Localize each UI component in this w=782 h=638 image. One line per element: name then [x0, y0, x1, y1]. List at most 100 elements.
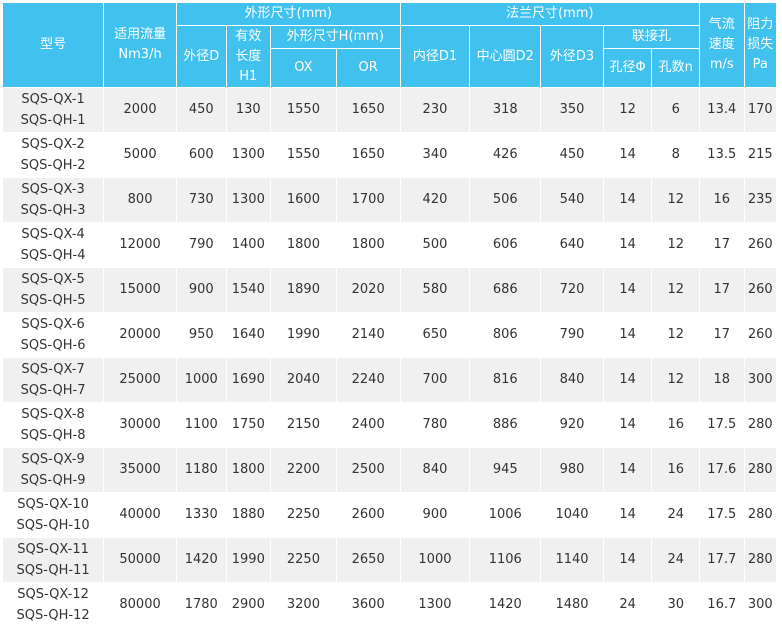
spec-table: 型号 适用流量 Nm3/h 外形尺寸(mm) 法兰尺寸(mm) 气流 速度 m/s 阻…	[1, 2, 778, 628]
model-name: SQS-QX-5	[21, 272, 85, 287]
model-name: SQS-QX-11	[17, 542, 89, 557]
header-inner-d1: 内径D1	[399, 25, 471, 88]
cell-d1: 500	[399, 222, 471, 268]
cell-or: 2500	[335, 447, 401, 493]
cell-flow: 30000	[103, 402, 177, 448]
cell-ox: 2150	[270, 402, 337, 448]
table-body: SQS-QX-1 SQS-QH-1 2000 450 130 1550 1650 230 318…	[1, 87, 778, 628]
cell-pa: 170	[743, 87, 778, 133]
cell-d2: 686	[469, 267, 542, 313]
cell-flow: 800	[103, 177, 177, 223]
cell-model: SQS-QX-5 SQS-QH-5	[1, 267, 105, 313]
model-name: SQS-QH-8	[20, 428, 86, 443]
cell-d2: 886	[469, 402, 542, 448]
cell-d1: 230	[399, 87, 471, 133]
cell-h1: 2900	[225, 582, 272, 628]
cell-h1: 1990	[225, 537, 272, 583]
model-name: SQS-QH-12	[16, 608, 90, 623]
cell-pa: 300	[743, 357, 778, 403]
cell-d: 600	[175, 132, 227, 178]
cell-flow: 50000	[103, 537, 177, 583]
cell-n: 24	[651, 492, 701, 538]
model-name: SQS-QX-12	[17, 587, 89, 602]
model-name: SQS-QH-1	[20, 113, 86, 128]
cell-d2: 318	[469, 87, 542, 133]
cell-d1: 1000	[399, 537, 471, 583]
cell-or: 2650	[335, 537, 401, 583]
table-row: SQS-QX-3 SQS-QH-3 800 730 1300 1600 1700 420 506…	[1, 177, 778, 223]
cell-d3: 790	[540, 312, 604, 358]
header-bolt-holes: 联接孔	[602, 25, 701, 49]
cell-or: 1650	[335, 132, 401, 178]
cell-ox: 1550	[270, 132, 337, 178]
cell-ox: 3200	[270, 582, 337, 628]
cell-ox: 1800	[270, 222, 337, 268]
cell-flow: 40000	[103, 492, 177, 538]
cell-ox: 1890	[270, 267, 337, 313]
cell-v: 13.4	[699, 87, 745, 133]
cell-or: 1700	[335, 177, 401, 223]
model-name: SQS-QH-6	[20, 338, 86, 353]
header-model: 型号	[1, 2, 105, 88]
cell-model: SQS-QX-1 SQS-QH-1	[1, 87, 105, 133]
cell-or: 2140	[335, 312, 401, 358]
cell-pa: 280	[743, 492, 778, 538]
cell-n: 12	[651, 312, 701, 358]
cell-v: 13.5	[699, 132, 745, 178]
cell-phi: 14	[602, 222, 653, 268]
cell-h1: 130	[225, 87, 272, 133]
model-name: SQS-QH-3	[20, 203, 86, 218]
table-row: SQS-QX-5 SQS-QH-5 15000 900 1540 1890 2020 580 6…	[1, 267, 778, 313]
table-row: SQS-QX-6 SQS-QH-6 20000 950 1640 1990 2140 650 8…	[1, 312, 778, 358]
cell-pa: 280	[743, 402, 778, 448]
cell-h1: 1750	[225, 402, 272, 448]
model-name: SQS-QX-3	[21, 182, 85, 197]
header-outer-d3: 外径D3	[540, 25, 604, 88]
cell-d: 1330	[175, 492, 227, 538]
cell-n: 16	[651, 402, 701, 448]
cell-n: 12	[651, 357, 701, 403]
model-name: SQS-QH-4	[20, 248, 86, 263]
cell-phi: 14	[602, 132, 653, 178]
model-name: SQS-QH-9	[20, 473, 86, 488]
model-name: SQS-QX-7	[21, 362, 85, 377]
cell-model: SQS-QX-3 SQS-QH-3	[1, 177, 105, 223]
cell-v: 17.5	[699, 402, 745, 448]
cell-d2: 506	[469, 177, 542, 223]
header-hole-count: 孔数n	[651, 48, 701, 88]
cell-n: 30	[651, 582, 701, 628]
cell-h1: 1400	[225, 222, 272, 268]
model-name: SQS-QH-2	[20, 158, 86, 173]
cell-phi: 14	[602, 492, 653, 538]
cell-h1: 1300	[225, 177, 272, 223]
model-name: SQS-QH-10	[16, 518, 90, 533]
cell-or: 2240	[335, 357, 401, 403]
cell-or: 3600	[335, 582, 401, 628]
cell-d2: 1420	[469, 582, 542, 628]
cell-d1: 580	[399, 267, 471, 313]
cell-d3: 720	[540, 267, 604, 313]
model-name: SQS-QH-11	[16, 563, 90, 578]
cell-d3: 980	[540, 447, 604, 493]
header-effective-length: 有效 长度 H1	[225, 25, 272, 88]
cell-ox: 1550	[270, 87, 337, 133]
table-header: 型号 适用流量 Nm3/h 外形尺寸(mm) 法兰尺寸(mm) 气流 速度 m/s 阻…	[1, 2, 778, 88]
table-row: SQS-QX-12 SQS-QH-12 80000 1780 2900 3200 3600 1…	[1, 582, 778, 628]
cell-d3: 640	[540, 222, 604, 268]
cell-model: SQS-QX-10 SQS-QH-10	[1, 492, 105, 538]
cell-d3: 1140	[540, 537, 604, 583]
model-name: SQS-QH-5	[20, 293, 86, 308]
cell-phi: 14	[602, 267, 653, 313]
table-row: SQS-QX-11 SQS-QH-11 50000 1420 1990 2250 2650 1…	[1, 537, 778, 583]
header-flow: 适用流量 Nm3/h	[103, 2, 177, 88]
cell-d: 1780	[175, 582, 227, 628]
cell-phi: 14	[602, 447, 653, 493]
cell-d: 790	[175, 222, 227, 268]
cell-v: 17	[699, 222, 745, 268]
cell-d1: 340	[399, 132, 471, 178]
cell-n: 6	[651, 87, 701, 133]
cell-d2: 1106	[469, 537, 542, 583]
cell-phi: 14	[602, 177, 653, 223]
cell-v: 17	[699, 312, 745, 358]
cell-pa: 215	[743, 132, 778, 178]
